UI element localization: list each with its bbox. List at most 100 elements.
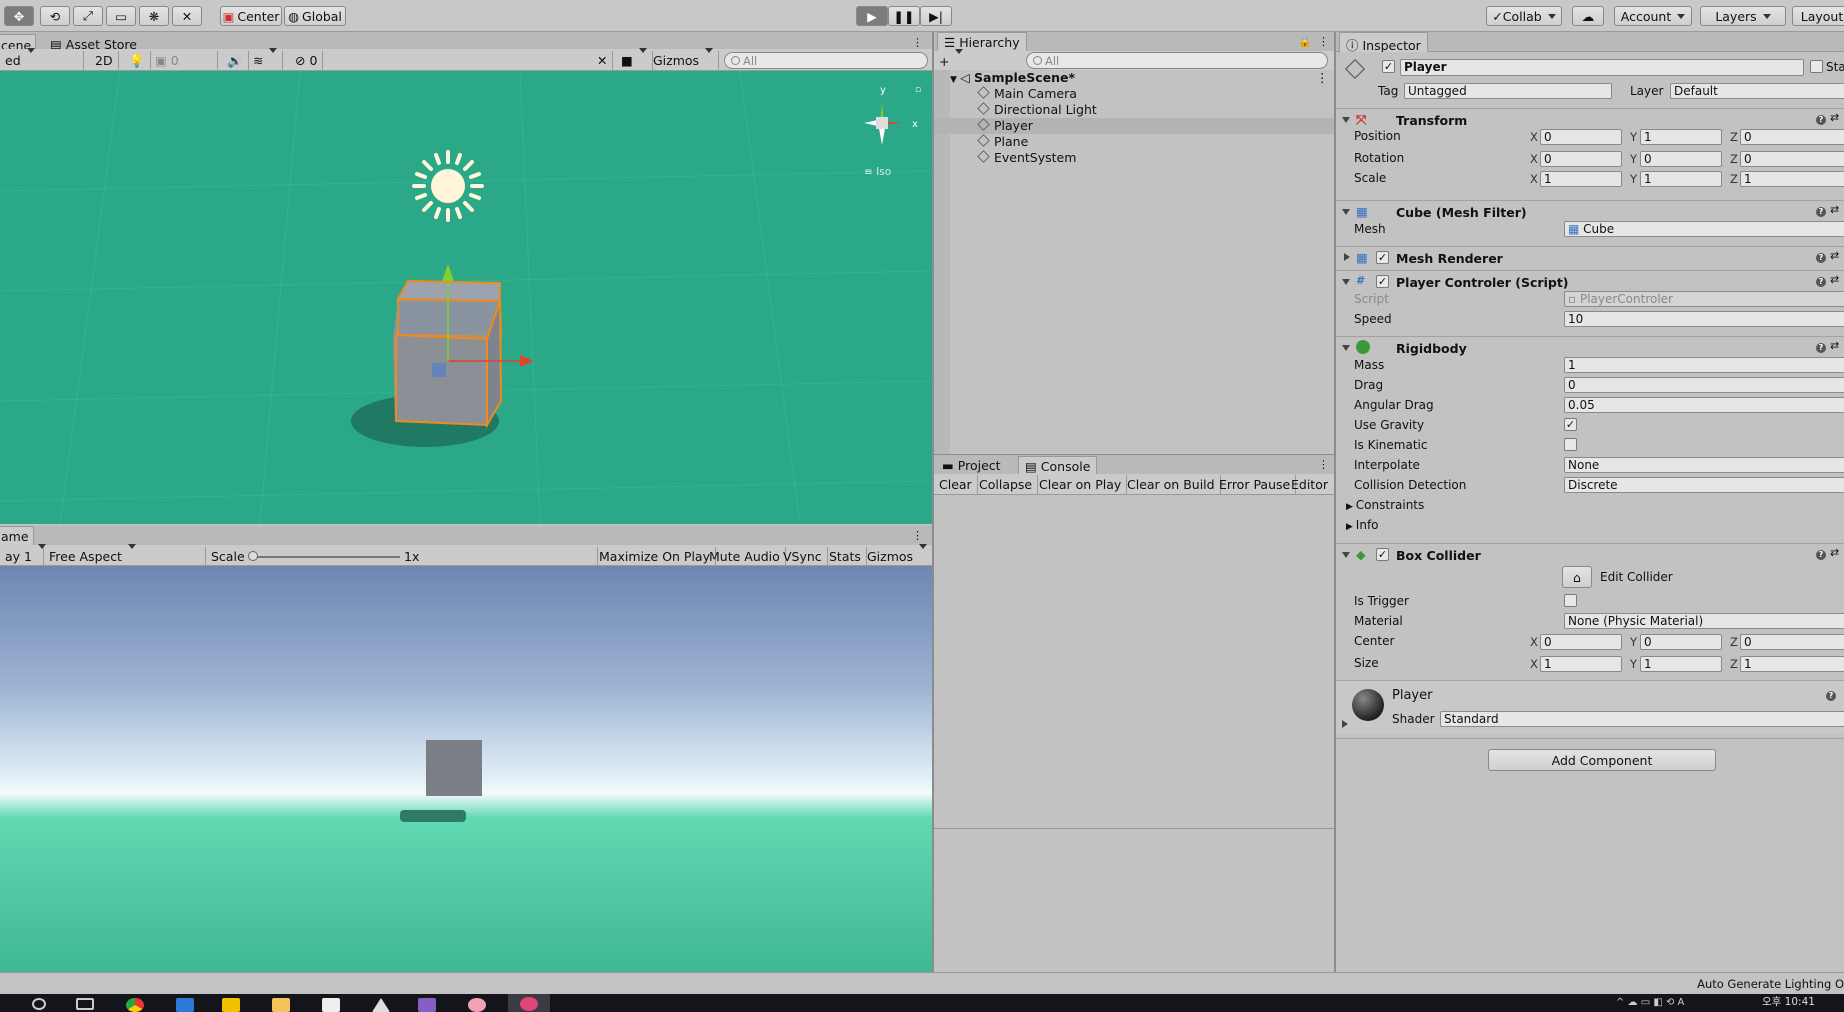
hierarchy-menu-icon[interactable]: ⋮: [1318, 35, 1329, 48]
foldout-arrow-icon[interactable]: [1342, 279, 1350, 285]
is-trigger-checkbox[interactable]: [1564, 594, 1577, 607]
foldout-arrow-icon[interactable]: [1342, 209, 1350, 215]
layout-dropdown[interactable]: Layout: [1792, 6, 1844, 26]
app-icon[interactable]: [176, 998, 194, 1012]
account-dropdown[interactable]: Account: [1614, 6, 1692, 26]
orientation-gizmo[interactable]: [864, 103, 902, 145]
layer-dropdown[interactable]: Default: [1670, 83, 1844, 99]
chrome-icon[interactable]: [126, 998, 144, 1012]
speaker-icon[interactable]: 🔊: [222, 51, 249, 70]
maximize-on-play-toggle[interactable]: Maximize On Play: [594, 547, 716, 566]
size-x-field[interactable]: 1: [1540, 656, 1622, 672]
task-view-icon[interactable]: [76, 998, 94, 1010]
draw-mode-dropdown[interactable]: ed: [0, 51, 84, 70]
shader-dropdown[interactable]: Standard: [1440, 711, 1844, 727]
angular-drag-field[interactable]: 0.05: [1564, 397, 1844, 413]
interpolate-dropdown[interactable]: None: [1564, 457, 1844, 473]
mesh-renderer-header[interactable]: ▦ ✓ Mesh Renderer ? ⇄: [1336, 246, 1844, 268]
script-header[interactable]: # ✓ Player Controler (Script) ? ⇄: [1336, 270, 1844, 292]
x-axis-handle[interactable]: [520, 355, 534, 367]
hierarchy-item-player[interactable]: Player: [934, 118, 1334, 134]
settings-icon[interactable]: ⇄: [1830, 273, 1839, 286]
pause-button[interactable]: ❚❚: [888, 6, 920, 26]
console-detail-area[interactable]: [934, 829, 1334, 972]
unity-icon[interactable]: [372, 998, 390, 1012]
help-icon[interactable]: ?: [1816, 253, 1826, 263]
is-kinematic-checkbox[interactable]: [1564, 438, 1577, 451]
console-menu-icon[interactable]: ⋮: [1318, 458, 1329, 471]
hierarchy-item-eventsystem[interactable]: EventSystem: [950, 150, 1350, 166]
edit-collider-button[interactable]: ⌂: [1562, 566, 1592, 588]
tab-inspector[interactable]: ⓘ Inspector: [1339, 32, 1428, 53]
help-icon[interactable]: ?: [1816, 115, 1826, 125]
audio-toggle[interactable]: ▣ 0: [150, 51, 218, 70]
rotation-y-field[interactable]: 0: [1640, 151, 1722, 167]
foldout-arrow-icon[interactable]: [1344, 253, 1350, 261]
lighting-icon[interactable]: 💡: [124, 51, 151, 70]
tab-game[interactable]: ame: [0, 526, 34, 546]
gizmos-dropdown[interactable]: Gizmos: [648, 51, 720, 70]
mesh-field[interactable]: ▦ Cube: [1564, 221, 1844, 237]
settings-icon[interactable]: ⇄: [1830, 546, 1839, 559]
step-button[interactable]: ▶|: [920, 6, 952, 26]
hidden-objects-toggle[interactable]: ⊘ 0: [290, 51, 324, 70]
center-z-field[interactable]: 0: [1740, 634, 1844, 650]
position-x-field[interactable]: 0: [1540, 129, 1622, 145]
scale-thumb[interactable]: [248, 551, 258, 561]
use-gravity-checkbox[interactable]: ✓: [1564, 418, 1577, 431]
scene-view[interactable]: y x ▫ ≡ Iso: [0, 71, 932, 524]
mute-audio-toggle[interactable]: Mute Audio: [704, 547, 786, 566]
hierarchy-search-input[interactable]: All: [1026, 52, 1328, 69]
settings-icon[interactable]: ⇄: [1830, 111, 1839, 124]
custom-tool-icon[interactable]: ✕: [172, 6, 202, 26]
foldout-arrow-icon[interactable]: [1342, 552, 1350, 558]
console-error-pause-button[interactable]: Error Pause: [1214, 475, 1297, 494]
rect-tool-icon[interactable]: ▭: [106, 6, 136, 26]
gizmo-center-cube[interactable]: [876, 117, 888, 129]
scene-root-row[interactable]: ▼ ◁ SampleScene* ⋮: [950, 70, 1350, 86]
box-collider-header[interactable]: ◆ ✓ Box Collider ? ⇄: [1336, 543, 1844, 565]
position-y-field[interactable]: 1: [1640, 129, 1722, 145]
paint-icon[interactable]: [468, 998, 486, 1012]
physic-material-field[interactable]: None (Physic Material): [1564, 613, 1844, 629]
info-foldout[interactable]: ▶ Info: [1346, 518, 1379, 532]
rotate-tool-icon[interactable]: ⟲: [40, 6, 70, 26]
pivot-center-button[interactable]: ▣ Center: [220, 6, 282, 26]
create-dropdown[interactable]: +: [934, 52, 968, 71]
tag-dropdown[interactable]: Untagged: [1404, 83, 1612, 99]
console-clear-on-play-button[interactable]: Clear on Play: [1034, 475, 1128, 494]
size-y-field[interactable]: 1: [1640, 656, 1722, 672]
game-panel-menu-icon[interactable]: ⋮: [912, 529, 923, 542]
kakaotalk-icon[interactable]: [222, 998, 240, 1012]
visual-studio-icon[interactable]: [418, 998, 436, 1012]
hierarchy-item-main-camera[interactable]: Main Camera: [950, 86, 1350, 102]
game-view[interactable]: [0, 566, 932, 972]
mesh-filter-header[interactable]: ▦ Cube (Mesh Filter) ? ⇄: [1336, 200, 1844, 222]
hierarchy-item-directional-light[interactable]: Directional Light: [950, 102, 1350, 118]
help-icon[interactable]: ?: [1826, 691, 1836, 701]
scale-x-field[interactable]: 1: [1540, 171, 1622, 187]
projection-label[interactable]: ≡ Iso: [864, 166, 891, 178]
play-button[interactable]: ▶: [856, 6, 888, 26]
vsync-toggle[interactable]: VSync: [778, 547, 828, 566]
settings-icon[interactable]: ⇄: [1830, 339, 1839, 352]
size-z-field[interactable]: 1: [1740, 656, 1844, 672]
rigidbody-header[interactable]: Rigidbody ? ⇄: [1336, 336, 1844, 358]
material-foldout-arrow-icon[interactable]: [1342, 720, 1348, 728]
notepad-icon[interactable]: [322, 998, 340, 1012]
object-name-field[interactable]: Player: [1400, 59, 1804, 76]
hierarchy-lock-icon[interactable]: 🔒: [1298, 35, 1312, 48]
scale-z-field[interactable]: 1: [1740, 171, 1844, 187]
game-gizmos-dropdown[interactable]: Gizmos: [862, 547, 934, 566]
help-icon[interactable]: ?: [1816, 550, 1826, 560]
y-axis-handle[interactable]: [442, 264, 454, 281]
transform-header[interactable]: ⤧ Transform ? ⇄: [1336, 108, 1844, 130]
rotation-x-field[interactable]: 0: [1540, 151, 1622, 167]
help-icon[interactable]: ?: [1816, 343, 1826, 353]
mass-field[interactable]: 1: [1564, 357, 1844, 373]
panel-menu-icon[interactable]: ⋮: [912, 36, 923, 49]
foldout-arrow-icon[interactable]: [1342, 117, 1350, 123]
clock[interactable]: 오후 10:41: [1762, 994, 1815, 1009]
script-enabled-checkbox[interactable]: ✓: [1376, 275, 1389, 288]
drag-field[interactable]: 0: [1564, 377, 1844, 393]
